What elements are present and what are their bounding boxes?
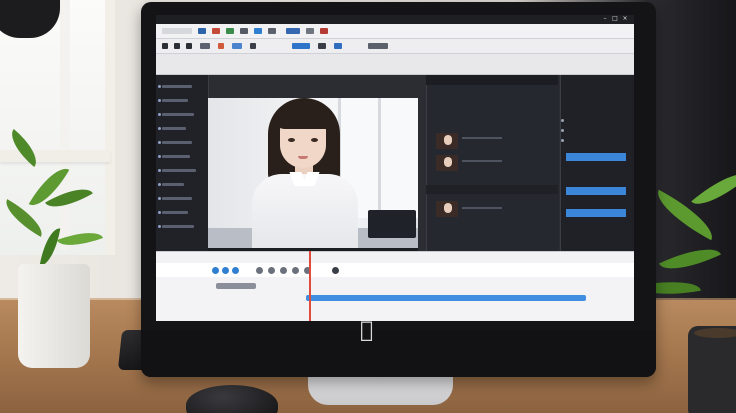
minimize-icon[interactable]: – xyxy=(602,16,608,22)
apple-logo-icon:  xyxy=(360,320,373,342)
person-mouth xyxy=(298,156,308,159)
preview-window-frame xyxy=(378,98,381,218)
timeline-clip[interactable] xyxy=(216,283,256,289)
property-row[interactable] xyxy=(566,199,626,207)
toolbar-button[interactable] xyxy=(254,28,262,34)
toolbar-button[interactable] xyxy=(318,43,326,49)
toolbar-button[interactable] xyxy=(240,28,248,34)
toolbar-button[interactable] xyxy=(186,43,192,49)
property-row-selected[interactable] xyxy=(566,187,626,195)
timeline-tool-button[interactable] xyxy=(268,267,275,274)
toolbar-button[interactable] xyxy=(334,43,342,49)
main-toolbar xyxy=(156,24,634,39)
toolbar-button[interactable] xyxy=(232,43,242,49)
list-item[interactable] xyxy=(162,155,190,158)
list-item[interactable] xyxy=(162,197,192,200)
list-bullet xyxy=(158,113,161,116)
list-bullet xyxy=(158,85,161,88)
secondary-toolbar xyxy=(156,39,634,54)
dark-plant-pot xyxy=(688,326,736,413)
person-bangs xyxy=(276,103,332,129)
list-bullet xyxy=(158,183,161,186)
media-item-label xyxy=(462,137,502,139)
timeline-playhead[interactable] xyxy=(309,251,311,321)
timeline-toolbar xyxy=(156,263,634,278)
media-thumbnail[interactable] xyxy=(436,201,458,217)
monitor-chin xyxy=(141,330,656,377)
toolbar-button[interactable] xyxy=(268,28,276,34)
list-bullet xyxy=(158,225,161,228)
property-row[interactable] xyxy=(566,235,626,243)
media-section-header xyxy=(426,185,558,194)
toolbar-button[interactable] xyxy=(212,28,220,34)
timeline-tool-button[interactable] xyxy=(256,267,263,274)
toolbar-button[interactable] xyxy=(198,28,206,34)
list-item[interactable] xyxy=(162,141,192,144)
list-bullet xyxy=(158,141,161,144)
pot-soil xyxy=(694,328,736,338)
timeline-tool-button[interactable] xyxy=(280,267,287,274)
list-item[interactable] xyxy=(162,99,188,102)
preview-monitor xyxy=(368,210,416,238)
preview-viewer[interactable] xyxy=(208,98,418,248)
toolbar-button[interactable] xyxy=(320,28,328,34)
toolbar-button[interactable] xyxy=(218,43,224,49)
toolbar-button[interactable] xyxy=(286,28,300,34)
media-thumbnail[interactable] xyxy=(436,155,458,171)
workspace-bar xyxy=(156,54,634,75)
editor-screen: – □ × xyxy=(156,15,634,321)
timeline-tool-button[interactable] xyxy=(332,267,339,274)
property-row-selected[interactable] xyxy=(566,209,626,217)
list-item[interactable] xyxy=(162,183,184,186)
list-item[interactable] xyxy=(162,85,192,88)
window-frame xyxy=(60,0,70,250)
toolbar-button[interactable] xyxy=(226,28,234,34)
timeline-clip[interactable] xyxy=(306,295,586,301)
white-plant-pot xyxy=(18,264,90,368)
media-item-label xyxy=(462,207,502,209)
property-row[interactable] xyxy=(566,165,626,173)
list-item[interactable] xyxy=(162,169,196,172)
timeline-tool-button[interactable] xyxy=(212,267,219,274)
timeline-tool-button[interactable] xyxy=(292,267,299,274)
property-row[interactable] xyxy=(566,223,626,231)
media-item-label xyxy=(462,160,502,162)
app-menubar: – □ × xyxy=(156,15,634,24)
close-icon[interactable]: × xyxy=(622,16,628,22)
media-bin-header xyxy=(426,75,558,85)
list-bullet xyxy=(158,127,161,130)
list-item[interactable] xyxy=(162,211,188,214)
toolbar-button[interactable] xyxy=(368,43,388,49)
toolbar-button[interactable] xyxy=(292,43,310,49)
window-sill xyxy=(0,150,110,162)
property-bullet xyxy=(561,129,564,132)
list-item[interactable] xyxy=(162,225,194,228)
property-row-selected[interactable] xyxy=(566,153,626,161)
list-bullet xyxy=(158,169,161,172)
toolbar-button[interactable] xyxy=(250,43,256,49)
list-bullet xyxy=(158,197,161,200)
toolbar-button[interactable] xyxy=(162,28,192,34)
media-thumbnail[interactable] xyxy=(436,133,458,149)
photo-scene:  – □ × xyxy=(0,0,736,413)
toolbar-button[interactable] xyxy=(306,28,314,34)
dark-wall-panel xyxy=(648,0,736,330)
list-bullet xyxy=(158,155,161,158)
toolbar-button[interactable] xyxy=(174,43,180,49)
timeline-tool-button[interactable] xyxy=(222,267,229,274)
toolbar-button[interactable] xyxy=(162,43,168,49)
person-eye xyxy=(311,138,318,142)
list-item[interactable] xyxy=(162,127,186,130)
list-bullet xyxy=(158,99,161,102)
property-bullet xyxy=(561,139,564,142)
property-bullet xyxy=(561,119,564,122)
toolbar-button[interactable] xyxy=(200,43,210,49)
list-item[interactable] xyxy=(162,113,194,116)
list-bullet xyxy=(158,211,161,214)
person-eye xyxy=(288,138,295,142)
maximize-icon[interactable]: □ xyxy=(612,16,618,22)
timeline-tracks[interactable] xyxy=(156,277,634,321)
timeline-tool-button[interactable] xyxy=(232,267,239,274)
project-browser-panel xyxy=(156,75,209,251)
